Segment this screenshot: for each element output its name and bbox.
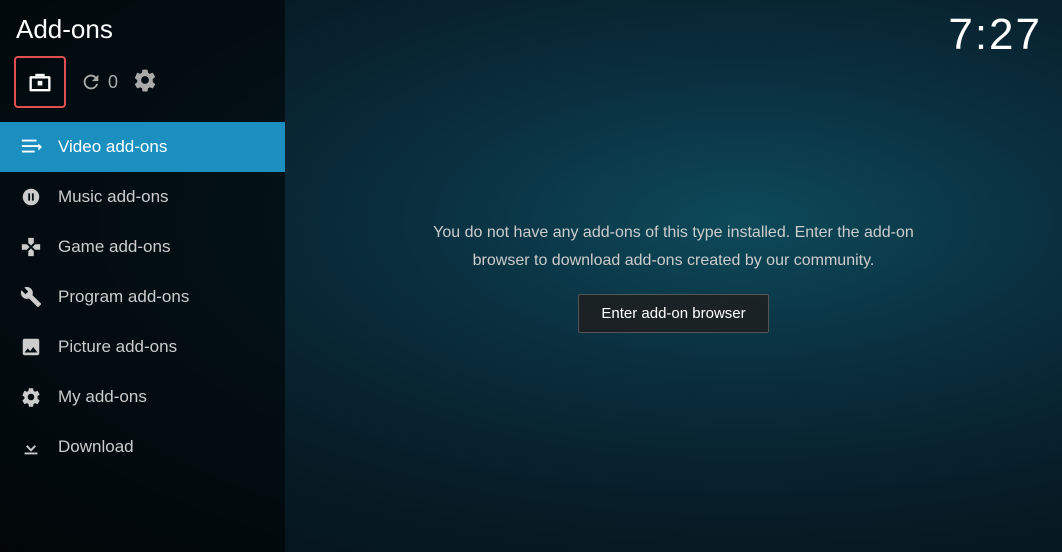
nav-list: Video add-ons Music add-ons Game add-ons… <box>0 122 285 552</box>
music-icon <box>20 186 42 208</box>
video-addons-label: Video add-ons <box>58 137 167 157</box>
download-label: Download <box>58 437 134 457</box>
icon-row: 0 <box>0 48 285 122</box>
sidebar-item-music[interactable]: Music add-ons <box>0 172 285 222</box>
main-content: You do not have any add-ons of this type… <box>285 0 1062 552</box>
enter-browser-button[interactable]: Enter add-on browser <box>578 294 768 333</box>
time-display: 7:27 <box>948 10 1042 60</box>
my-addons-label: My add-ons <box>58 387 147 407</box>
sidebar-item-picture[interactable]: Picture add-ons <box>0 322 285 372</box>
page-title: Add-ons <box>16 14 113 45</box>
sidebar-item-my[interactable]: My add-ons <box>0 372 285 422</box>
refresh-count: 0 <box>108 72 118 93</box>
empty-message: You do not have any add-ons of this type… <box>424 219 924 273</box>
sidebar-item-video[interactable]: Video add-ons <box>0 122 285 172</box>
gear-icon <box>132 67 158 93</box>
addon-box-icon[interactable] <box>14 56 66 108</box>
download-icon <box>20 436 42 458</box>
picture-addons-label: Picture add-ons <box>58 337 177 357</box>
program-icon <box>20 286 42 308</box>
my-addons-icon <box>20 386 42 408</box>
sidebar-item-program[interactable]: Program add-ons <box>0 272 285 322</box>
refresh-icon <box>80 71 102 93</box>
sidebar-item-download[interactable]: Download <box>0 422 285 472</box>
sidebar-item-game[interactable]: Game add-ons <box>0 222 285 272</box>
game-addons-label: Game add-ons <box>58 237 170 257</box>
settings-icon-container[interactable] <box>132 67 158 98</box>
music-addons-label: Music add-ons <box>58 187 169 207</box>
sidebar: 0 Video add-ons Music add-ons <box>0 0 285 552</box>
program-addons-label: Program add-ons <box>58 287 189 307</box>
picture-icon <box>20 336 42 358</box>
video-icon <box>20 136 42 158</box>
refresh-area[interactable]: 0 <box>76 67 122 97</box>
game-icon <box>20 236 42 258</box>
